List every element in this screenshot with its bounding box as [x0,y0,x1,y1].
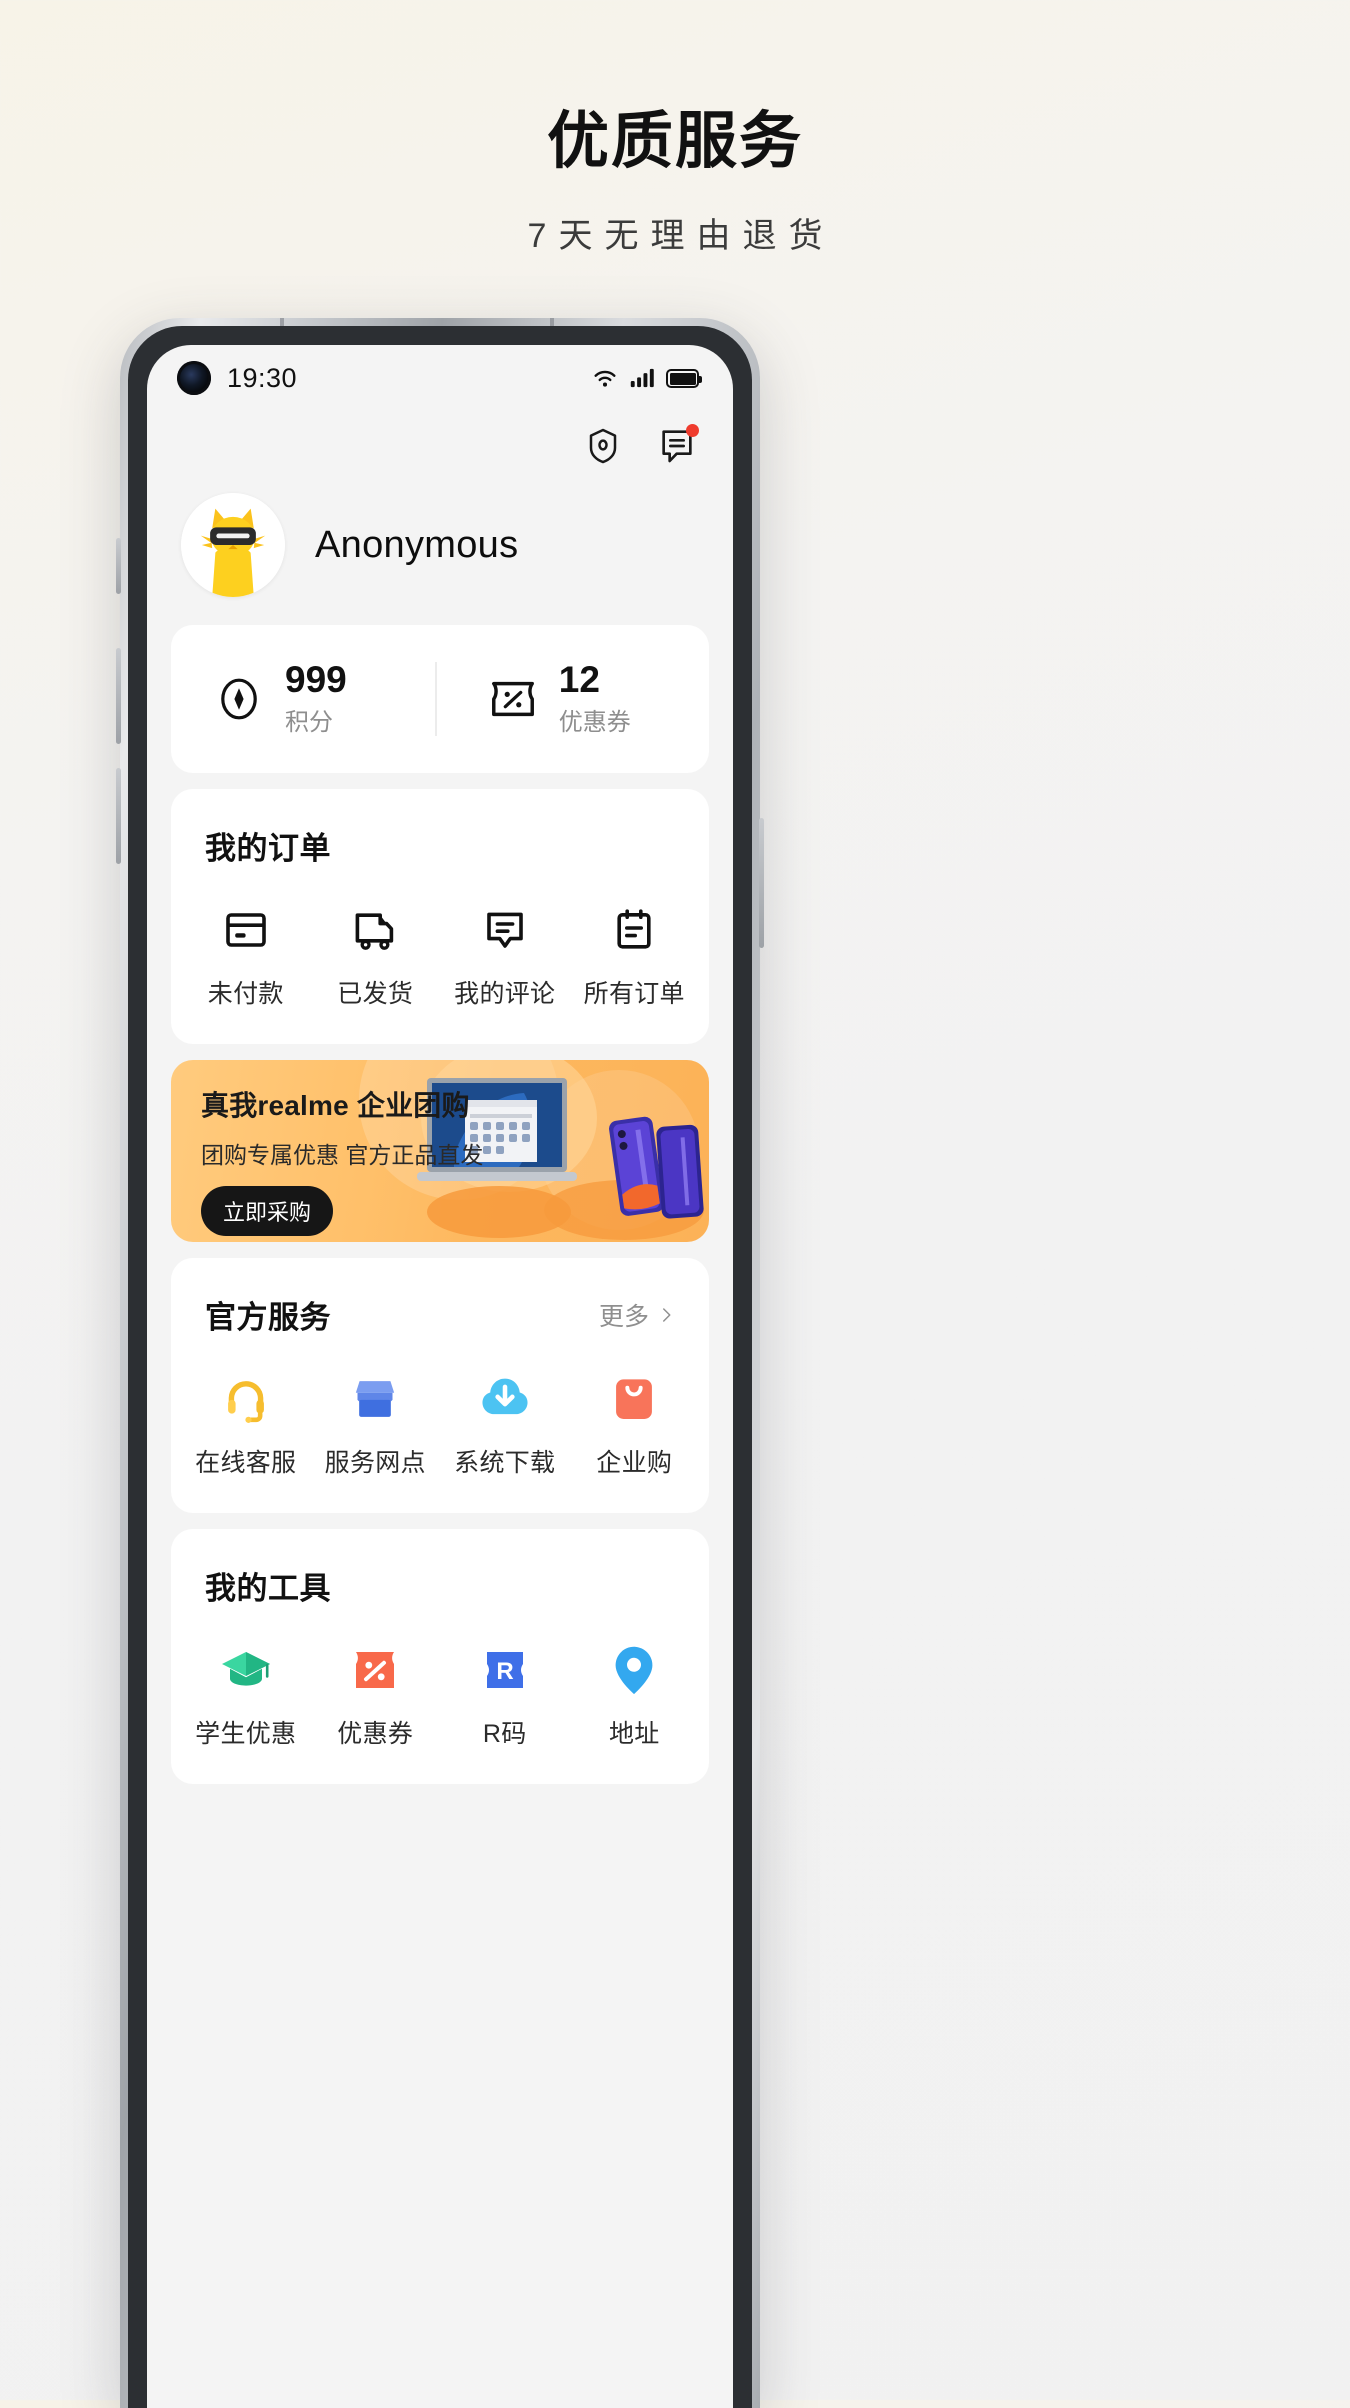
banner-title: 真我realme 企业团购 [201,1090,470,1121]
tool-item-address[interactable]: 地址 [570,1644,700,1750]
stat-points[interactable]: 999 积分 [171,659,435,737]
phone-screen: 19:30 Anonymous 999 积分 12 优惠券 我的订单 未付款 已… [147,345,733,2408]
headset-icon [220,1373,272,1425]
services-more-button[interactable]: 更多 [599,1297,675,1333]
clipboard-icon [608,904,660,956]
truck-icon [349,904,401,956]
banner-cta-button[interactable]: 立即采购 [201,1186,334,1236]
phone-bezel: 19:30 Anonymous 999 积分 12 优惠券 我的订单 未付款 已… [128,326,752,2408]
tool-item-label: 学生优惠 [195,1720,297,1748]
app-content: Anonymous 999 积分 12 优惠券 我的订单 未付款 已发货 我的评… [147,411,733,1920]
avatar[interactable] [181,493,285,597]
order-item-label: 已发货 [337,980,414,1008]
service-item-store[interactable]: 服务网点 [311,1373,441,1479]
tool-item-rcode[interactable]: R R码 [440,1644,570,1750]
stat-value: 999 [285,659,347,701]
cloud-download-icon [479,1373,531,1425]
comment-icon [479,904,531,956]
tools-grid: 学生优惠 优惠券 R R码 地址 [171,1608,709,1784]
power-button[interactable] [759,818,764,948]
tool-item-student[interactable]: 学生优惠 [181,1644,311,1750]
stat-value: 12 [558,659,600,701]
tools-card: 我的工具 学生优惠 优惠券 R R码 地址 [171,1529,709,1784]
stat-label: 积分 [285,708,333,736]
order-item-unpaid[interactable]: 未付款 [181,904,311,1010]
shopping-bag-icon [608,1373,660,1425]
service-item-label: 系统下载 [454,1449,556,1477]
service-item-support[interactable]: 在线客服 [181,1373,311,1479]
username: Anonymous [315,523,519,566]
banner-subtitle: 团购专属优惠 官方正品直发 [201,1142,484,1168]
page-subtitle: 7天无理由退货 [527,217,835,256]
punch-hole-camera-icon [177,361,211,395]
r-code-icon: R [479,1644,531,1696]
percent-ticket-icon [349,1644,401,1696]
svg-text:R: R [496,1658,513,1685]
tools-title: 我的工具 [205,1571,331,1606]
tool-item-coupon[interactable]: 优惠券 [311,1644,441,1750]
orders-card: 我的订单 未付款 已发货 我的评论 所有订单 [171,789,709,1044]
stat-coupons[interactable]: 12 优惠券 [437,659,709,737]
services-grid: 在线客服 服务网点 系统下载 企业购 [171,1337,709,1513]
order-item-label: 我的评论 [454,980,556,1008]
store-icon [349,1373,401,1425]
orders-grid: 未付款 已发货 我的评论 所有订单 [171,868,709,1044]
wifi-icon [594,370,616,387]
stats-card: 999 积分 12 优惠券 [171,625,709,773]
orders-title: 我的订单 [205,831,331,866]
service-item-label: 在线客服 [195,1449,297,1477]
battery-icon [666,368,702,388]
volume-up-button[interactable] [116,648,121,744]
location-pin-icon [608,1644,660,1696]
tool-item-label: 优惠券 [337,1720,414,1748]
profile-row[interactable]: Anonymous [147,471,733,625]
services-title: 官方服务 [205,1300,331,1335]
tool-item-label: R码 [482,1720,527,1748]
phone-mockup: 19:30 Anonymous 999 积分 12 优惠券 我的订单 未付款 已… [116,318,764,2408]
order-item-comments[interactable]: 我的评论 [440,904,570,1010]
coupon-ticket-icon [487,673,539,725]
service-item-label: 服务网点 [324,1449,426,1477]
service-item-download[interactable]: 系统下载 [440,1373,570,1479]
tool-item-label: 地址 [608,1720,660,1748]
status-bar: 19:30 [147,345,733,411]
service-item-label: 企业购 [596,1449,673,1477]
message-icon[interactable] [657,424,699,466]
status-time: 19:30 [227,362,298,393]
page-title: 优质服务 [546,107,803,176]
volume-down-button[interactable] [116,768,121,864]
stat-label: 优惠券 [558,708,631,736]
tools-header: 我的工具 [171,1529,709,1608]
order-item-label: 未付款 [207,980,284,1008]
services-more-label: 更多 [598,1302,649,1331]
orders-header: 我的订单 [171,789,709,868]
promo-header: 优质服务 7天无理由退货 [0,0,1350,257]
content-bottom-spacer [147,1800,733,1920]
card-icon [220,904,272,956]
services-card: 官方服务 更多 在线客服 服务网点 系统下载 企业购 [171,1258,709,1513]
scan-shield-icon[interactable] [583,426,623,466]
header-actions [147,411,733,471]
order-item-all[interactable]: 所有订单 [570,904,700,1010]
promo-banner[interactable]: 真我realme 企业团购 团购专属优惠 官方正品直发 立即采购 [171,1060,709,1242]
cellular-signal-icon [630,368,654,388]
message-unread-badge [686,424,699,437]
service-item-enterprise[interactable]: 企业购 [570,1373,700,1479]
graduation-cap-icon [220,1644,272,1696]
order-item-label: 所有订单 [583,980,685,1008]
points-diamond-icon [213,673,265,725]
phone-side-button[interactable] [116,538,121,594]
services-header: 官方服务 更多 [171,1258,709,1337]
chevron-right-icon [663,1307,671,1322]
phone-frame: 19:30 Anonymous 999 积分 12 优惠券 我的订单 未付款 已… [116,318,764,2408]
order-item-shipped[interactable]: 已发货 [311,904,441,1010]
